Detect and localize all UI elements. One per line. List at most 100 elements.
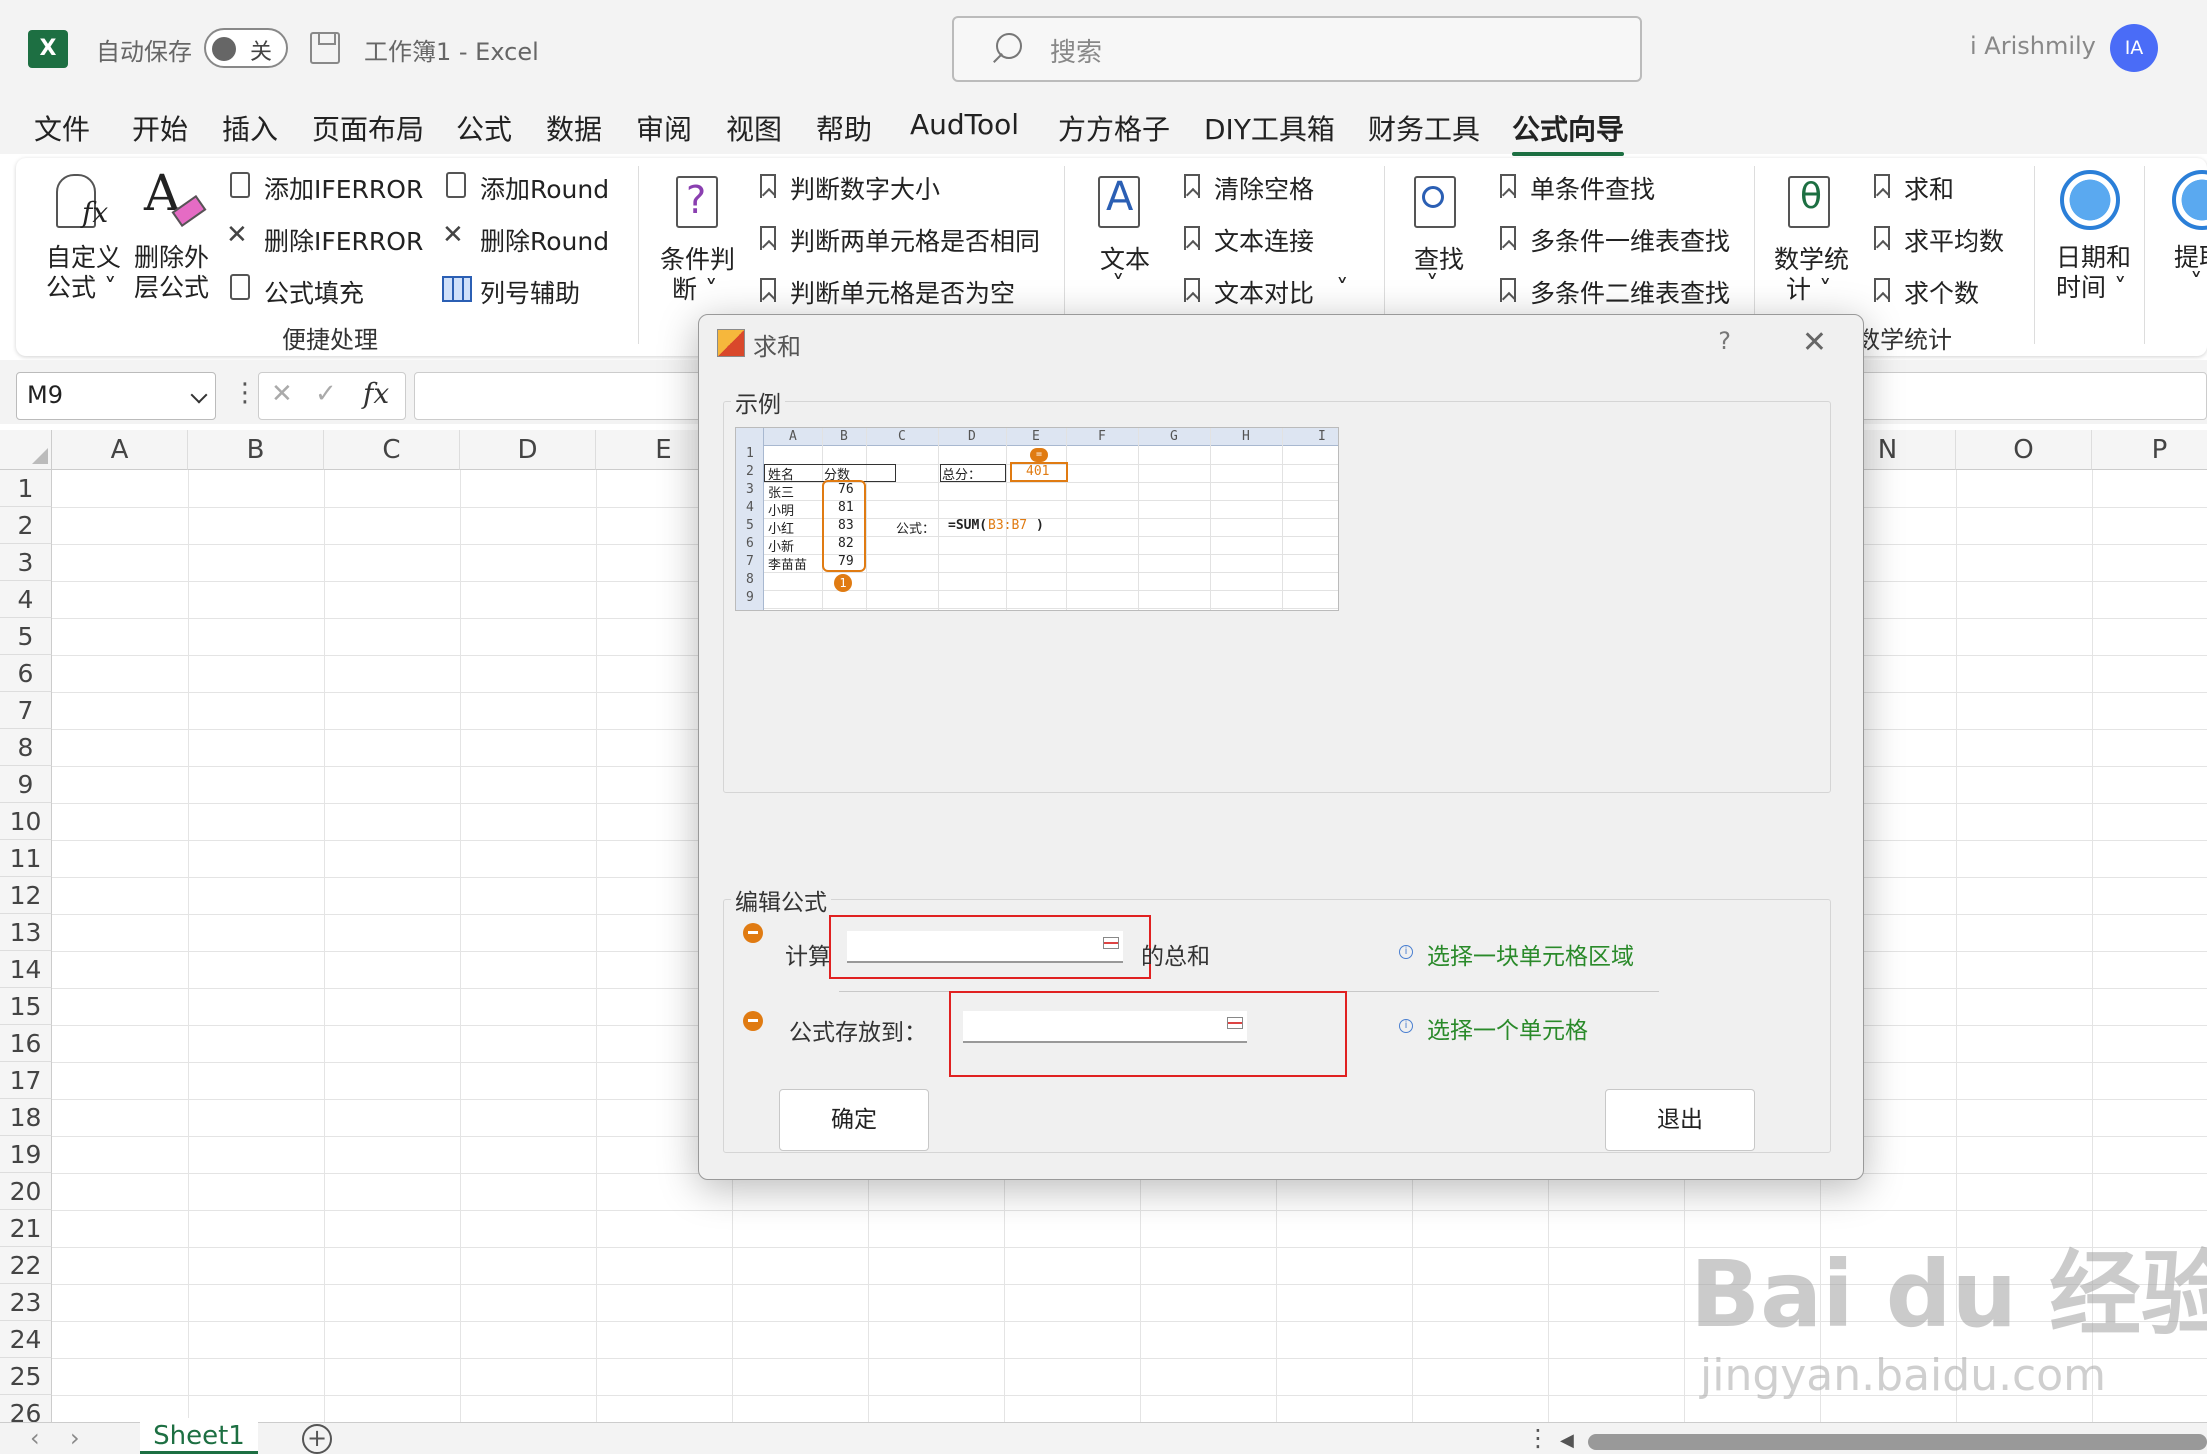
delete-iferror-button[interactable]: 删除IFERROR bbox=[264, 222, 423, 258]
next-sheet-icon[interactable]: › bbox=[70, 1424, 80, 1452]
row-header[interactable]: 2 bbox=[0, 507, 52, 544]
column-header[interactable]: P bbox=[2092, 430, 2207, 470]
count-button[interactable]: 求个数 bbox=[1904, 274, 1979, 310]
text-button[interactable]: 文本 bbox=[1100, 240, 1150, 276]
extract-dropdown-caret[interactable]: ˅ bbox=[2190, 268, 2203, 297]
row-header[interactable]: 11 bbox=[0, 840, 52, 877]
row-header[interactable]: 7 bbox=[0, 692, 52, 729]
tab-formulas[interactable]: 公式 bbox=[456, 108, 512, 148]
remove-outer-formula-label-2[interactable]: 层公式 bbox=[134, 268, 209, 304]
row-header[interactable]: 25 bbox=[0, 1358, 52, 1395]
ok-button[interactable]: 确定 bbox=[779, 1089, 929, 1151]
row-header[interactable]: 12 bbox=[0, 877, 52, 914]
sum-button[interactable]: 求和 bbox=[1904, 170, 1954, 206]
mini-name: 小红 bbox=[768, 522, 795, 537]
judge-number-size-button[interactable]: 判断数字大小 bbox=[790, 170, 940, 206]
help-button[interactable]: ? bbox=[1718, 327, 1731, 355]
tab-diy-toolbox[interactable]: DIY工具箱 bbox=[1204, 108, 1335, 148]
tab-data[interactable]: 数据 bbox=[546, 108, 602, 148]
autosave-toggle[interactable]: 关 bbox=[204, 28, 288, 68]
horizontal-scrollbar[interactable] bbox=[1588, 1434, 2207, 1450]
mini-row-header: 3 bbox=[746, 482, 754, 497]
insert-function-icon[interactable]: fx bbox=[363, 377, 389, 410]
delete-round-button[interactable]: 删除Round bbox=[480, 222, 609, 258]
judge-cell-empty-button[interactable]: 判断单元格是否为空 bbox=[790, 274, 1015, 310]
highlight-box-range bbox=[829, 915, 1151, 979]
chevron-down-icon[interactable] bbox=[190, 386, 208, 404]
text-join-button[interactable]: 文本连接 bbox=[1214, 222, 1314, 258]
tab-help[interactable]: 帮助 bbox=[816, 108, 872, 148]
row-header[interactable]: 5 bbox=[0, 618, 52, 655]
average-button[interactable]: 求平均数 bbox=[1904, 222, 2004, 258]
tab-audtool[interactable]: AudTool bbox=[910, 108, 1019, 141]
confirm-icon[interactable]: ✓ bbox=[315, 379, 337, 409]
row-header[interactable]: 18 bbox=[0, 1099, 52, 1136]
text-compare-button[interactable]: 文本对比 bbox=[1214, 274, 1314, 310]
row-header[interactable]: 10 bbox=[0, 803, 52, 840]
tab-fangfang[interactable]: 方方格子 bbox=[1058, 108, 1170, 148]
exit-button[interactable]: 退出 bbox=[1605, 1089, 1755, 1151]
row-header[interactable]: 24 bbox=[0, 1321, 52, 1358]
tab-finance-tools[interactable]: 财务工具 bbox=[1368, 108, 1480, 148]
cancel-icon[interactable]: ✕ bbox=[271, 379, 293, 409]
save-icon[interactable] bbox=[310, 32, 340, 64]
column-header[interactable]: C bbox=[324, 430, 460, 470]
find-button[interactable]: 查找 bbox=[1414, 240, 1464, 276]
add-round-button[interactable]: 添加Round bbox=[480, 170, 609, 206]
formula-fill-button[interactable]: 公式填充 bbox=[264, 274, 364, 310]
name-box[interactable]: M9 bbox=[16, 372, 216, 420]
row-header[interactable]: 13 bbox=[0, 914, 52, 951]
judge-cells-same-button[interactable]: 判断两单元格是否相同 bbox=[790, 222, 1040, 258]
custom-formula-button[interactable]: fx bbox=[56, 174, 108, 229]
row-header[interactable]: 21 bbox=[0, 1210, 52, 1247]
row-header[interactable]: 19 bbox=[0, 1136, 52, 1173]
row-header[interactable]: 17 bbox=[0, 1062, 52, 1099]
tab-view[interactable]: 视图 bbox=[726, 108, 782, 148]
tab-page-layout[interactable]: 页面布局 bbox=[312, 108, 424, 148]
prev-sheet-icon[interactable]: ‹ bbox=[30, 1424, 40, 1452]
multi-condition-1d-find-button[interactable]: 多条件一维表查找 bbox=[1530, 222, 1730, 258]
row-header[interactable]: 9 bbox=[0, 766, 52, 803]
multi-condition-2d-find-button[interactable]: 多条件二维表查找 bbox=[1530, 274, 1730, 310]
row-header[interactable]: 14 bbox=[0, 951, 52, 988]
row-header[interactable]: 16 bbox=[0, 1025, 52, 1062]
column-header[interactable]: D bbox=[460, 430, 596, 470]
row-header[interactable]: 20 bbox=[0, 1173, 52, 1210]
row-header[interactable]: 22 bbox=[0, 1247, 52, 1284]
column-header[interactable]: B bbox=[188, 430, 324, 470]
text-compare-dropdown-caret[interactable]: ˅ bbox=[1336, 274, 1349, 303]
row-header[interactable]: 6 bbox=[0, 655, 52, 692]
math-stats-label-2[interactable]: 计 ˅ bbox=[1786, 270, 1831, 306]
clear-spaces-button[interactable]: 清除空格 bbox=[1214, 170, 1314, 206]
search-box[interactable]: 搜索 bbox=[952, 16, 1642, 82]
tab-home[interactable]: 开始 bbox=[132, 108, 188, 148]
find-dropdown-caret[interactable]: ˅ bbox=[1426, 270, 1439, 299]
row-header[interactable]: 8 bbox=[0, 729, 52, 766]
column-helper-button[interactable]: 列号辅助 bbox=[480, 274, 580, 310]
avatar[interactable]: IA bbox=[2110, 24, 2158, 72]
row-header[interactable]: 1 bbox=[0, 470, 52, 507]
row-header[interactable]: 4 bbox=[0, 581, 52, 618]
tab-formula-wizard[interactable]: 公式向导 bbox=[1512, 108, 1625, 156]
more-options-icon[interactable]: ⋮ bbox=[1526, 1424, 1550, 1452]
tab-insert[interactable]: 插入 bbox=[222, 108, 278, 148]
column-header[interactable]: O bbox=[1956, 430, 2092, 470]
date-time-label-2[interactable]: 时间 ˅ bbox=[2056, 268, 2126, 304]
row-header[interactable]: 15 bbox=[0, 988, 52, 1025]
column-header[interactable]: A bbox=[52, 430, 188, 470]
close-button[interactable]: ✕ bbox=[1802, 325, 1827, 360]
tab-file[interactable]: 文件 bbox=[34, 108, 90, 148]
add-sheet-button[interactable]: + bbox=[302, 1424, 332, 1454]
custom-formula-label-2[interactable]: 公式 ˅ bbox=[46, 268, 116, 304]
scroll-left-icon[interactable]: ◀ bbox=[1560, 1430, 1574, 1451]
sheet-tab-sheet1[interactable]: Sheet1 bbox=[140, 1418, 258, 1454]
text-dropdown-caret[interactable]: ˅ bbox=[1112, 270, 1125, 299]
more-options-icon[interactable]: ⋮ bbox=[232, 378, 258, 408]
conditional-judge-label-2[interactable]: 断 ˅ bbox=[672, 270, 717, 306]
row-header[interactable]: 23 bbox=[0, 1284, 52, 1321]
single-condition-find-button[interactable]: 单条件查找 bbox=[1530, 170, 1655, 206]
user-name[interactable]: i Arishmily bbox=[1970, 32, 2096, 60]
add-iferror-button[interactable]: 添加IFERROR bbox=[264, 170, 423, 206]
tab-review[interactable]: 审阅 bbox=[636, 108, 692, 148]
row-header[interactable]: 3 bbox=[0, 544, 52, 581]
